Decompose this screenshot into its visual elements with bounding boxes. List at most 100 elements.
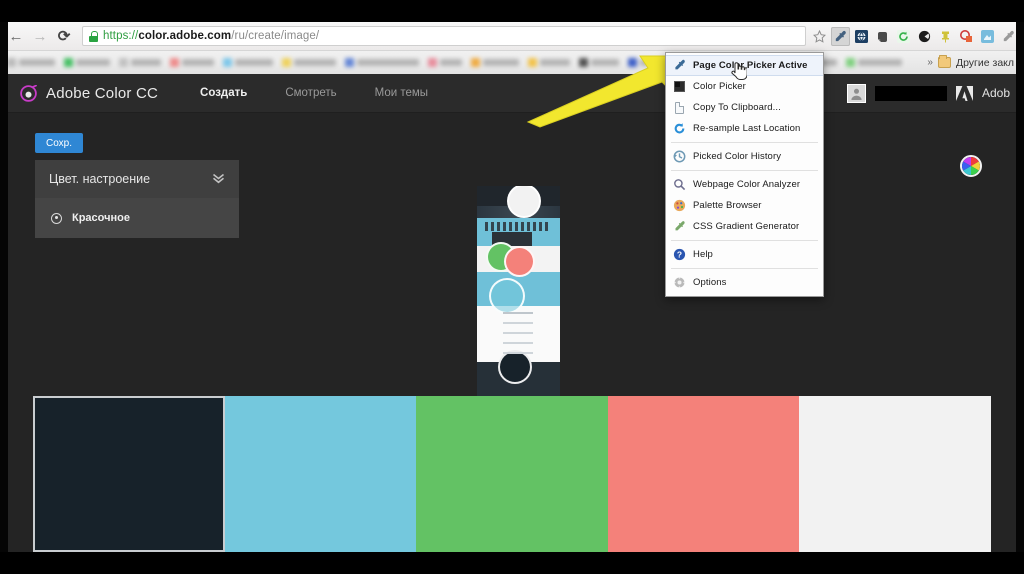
app-nav-item-1[interactable]: Смотреть: [285, 87, 336, 99]
color-picker-context-menu: Page Color Picker Active Color Picker Copy…: [665, 52, 824, 297]
menu-item-label: Options: [693, 277, 727, 288]
bookmark-item[interactable]: [525, 55, 573, 71]
menu-item-5[interactable]: Webpage Color Analyzer: [666, 174, 823, 195]
folder-icon: [937, 55, 951, 68]
menu-separator: [671, 268, 818, 269]
menu-separator: [671, 240, 818, 241]
bookmark-item[interactable]: [425, 55, 465, 71]
adobe-logo-icon: [955, 85, 973, 101]
menu-item-2[interactable]: Copy To Clipboard...: [666, 97, 823, 118]
forward-arrow-icon[interactable]: →: [28, 24, 52, 48]
adobe-color-logo-icon: [20, 84, 37, 102]
menu-item-label: Palette Browser: [693, 200, 762, 211]
bookmark-item[interactable]: [167, 55, 217, 71]
mood-panel-title: Цвет. настроение: [49, 172, 151, 186]
evernote-extension-icon[interactable]: [873, 27, 892, 46]
bookmark-item[interactable]: [279, 55, 339, 71]
swatch-salmon[interactable]: [607, 396, 800, 552]
account-area: Adob: [846, 83, 1016, 103]
menu-item-label: Help: [693, 249, 713, 260]
bookmark-item[interactable]: [576, 55, 622, 71]
bookmark-item[interactable]: [4, 55, 58, 71]
eyedropper-extension-icon[interactable]: [831, 26, 850, 46]
swatch-off-white[interactable]: [799, 396, 991, 552]
magnifier-icon: [672, 178, 686, 192]
pointing-hand-cursor: [731, 60, 748, 85]
menu-item-label: Copy To Clipboard...: [693, 102, 781, 113]
menu-item-label: Page Color Picker Active: [693, 60, 808, 71]
menu-item-9[interactable]: Options: [666, 272, 823, 293]
eyedropper-icon: [672, 59, 686, 73]
bookmark-item[interactable]: [61, 55, 113, 71]
copy-document-icon: [672, 101, 686, 115]
app-nav-item-0[interactable]: Создать: [200, 87, 247, 99]
menu-item-3[interactable]: Re-sample Last Location: [666, 118, 823, 139]
bookmarks-bar-right: » Другие закл: [927, 55, 1020, 69]
bookmark-item[interactable]: [220, 55, 276, 71]
username-redacted: [874, 85, 947, 101]
gradient-eyedropper-icon: [672, 220, 686, 234]
menu-item-7[interactable]: CSS Gradient Generator: [666, 216, 823, 237]
bookmark-item[interactable]: [843, 55, 905, 71]
letterbox-top: [0, 0, 1024, 22]
resample-circle-icon: [672, 122, 686, 136]
bookmarks-overflow-icon[interactable]: »: [927, 57, 933, 68]
browser-chrome: ← → ⟳ https://color.adobe.com/ru/create/…: [0, 22, 1024, 74]
screenshot-root: ← → ⟳ https://color.adobe.com/ru/create/…: [0, 0, 1024, 574]
menu-item-4[interactable]: Picked Color History: [666, 146, 823, 167]
url-host: color.adobe.com: [138, 30, 232, 42]
palette-icon: [672, 199, 686, 213]
color-wheel-icon[interactable]: [960, 155, 982, 177]
color-palette-swatches: [33, 396, 991, 552]
brand-block[interactable]: Adobe Color CC: [8, 84, 159, 102]
bookmark-item[interactable]: [116, 55, 164, 71]
mood-panel: Цвет. настроение Красочное: [35, 160, 239, 238]
menu-separator: [671, 142, 818, 143]
swatch-green[interactable]: [416, 396, 608, 552]
bookmark-star-icon[interactable]: [810, 27, 829, 46]
reload-icon[interactable]: ⟳: [52, 24, 76, 48]
url-text: https://color.adobe.com/ru/create/image/: [103, 30, 319, 42]
blue-square-extension-icon[interactable]: [978, 27, 997, 46]
menu-item-label: Picked Color History: [693, 151, 782, 162]
app-title: Adobe Color CC: [46, 84, 159, 102]
dark-circle-extension-icon[interactable]: [915, 27, 934, 46]
uploaded-infographic-preview[interactable]: [477, 186, 560, 409]
adobe-label: Adob: [981, 86, 1010, 100]
mood-panel-option[interactable]: Красочное: [35, 198, 239, 238]
save-button[interactable]: Сохр.: [35, 133, 83, 153]
globe-extension-icon[interactable]: [852, 27, 871, 46]
bookmark-item[interactable]: [342, 55, 422, 71]
chevron-double-down-icon[interactable]: [212, 173, 225, 186]
swatch-sky-blue[interactable]: [224, 396, 417, 552]
radio-selected-icon[interactable]: [51, 212, 62, 224]
help-icon: ?: [672, 248, 686, 262]
app-nav: Создать Смотреть Мои темы: [200, 87, 428, 99]
menu-item-6[interactable]: Palette Browser: [666, 195, 823, 216]
bookmarks-bar: » Другие закл: [0, 50, 1024, 74]
bookmark-item[interactable]: [468, 55, 522, 71]
mood-option-label: Красочное: [72, 212, 130, 224]
pin-extension-icon[interactable]: [936, 27, 955, 46]
browser-nav-row: ← → ⟳ https://color.adobe.com/ru/create/…: [0, 22, 1024, 50]
menu-item-label: Webpage Color Analyzer: [693, 179, 801, 190]
swatch-dark-navy[interactable]: [33, 396, 225, 552]
letterbox-left: [0, 22, 8, 552]
other-bookmarks-label[interactable]: Другие закл: [956, 57, 1014, 69]
shapes-extension-icon[interactable]: [957, 27, 976, 46]
browser-toolbar-icons: [810, 26, 1020, 46]
user-avatar-icon[interactable]: [846, 83, 866, 103]
color-swatch-icon: [672, 80, 686, 94]
menu-item-8[interactable]: ? Help: [666, 244, 823, 265]
address-bar[interactable]: https://color.adobe.com/ru/create/image/: [82, 26, 806, 46]
menu-item-label: CSS Gradient Generator: [693, 221, 800, 232]
url-path: /ru/create/image/: [231, 30, 320, 42]
mood-panel-header[interactable]: Цвет. настроение: [35, 160, 239, 198]
url-scheme: https://: [103, 30, 139, 42]
refresh-extension-icon[interactable]: [894, 27, 913, 46]
letterbox-bottom: [0, 552, 1024, 574]
letterbox-right: [1016, 22, 1024, 552]
menu-separator: [671, 170, 818, 171]
app-nav-item-2[interactable]: Мои темы: [375, 87, 428, 99]
history-icon: [672, 150, 686, 164]
